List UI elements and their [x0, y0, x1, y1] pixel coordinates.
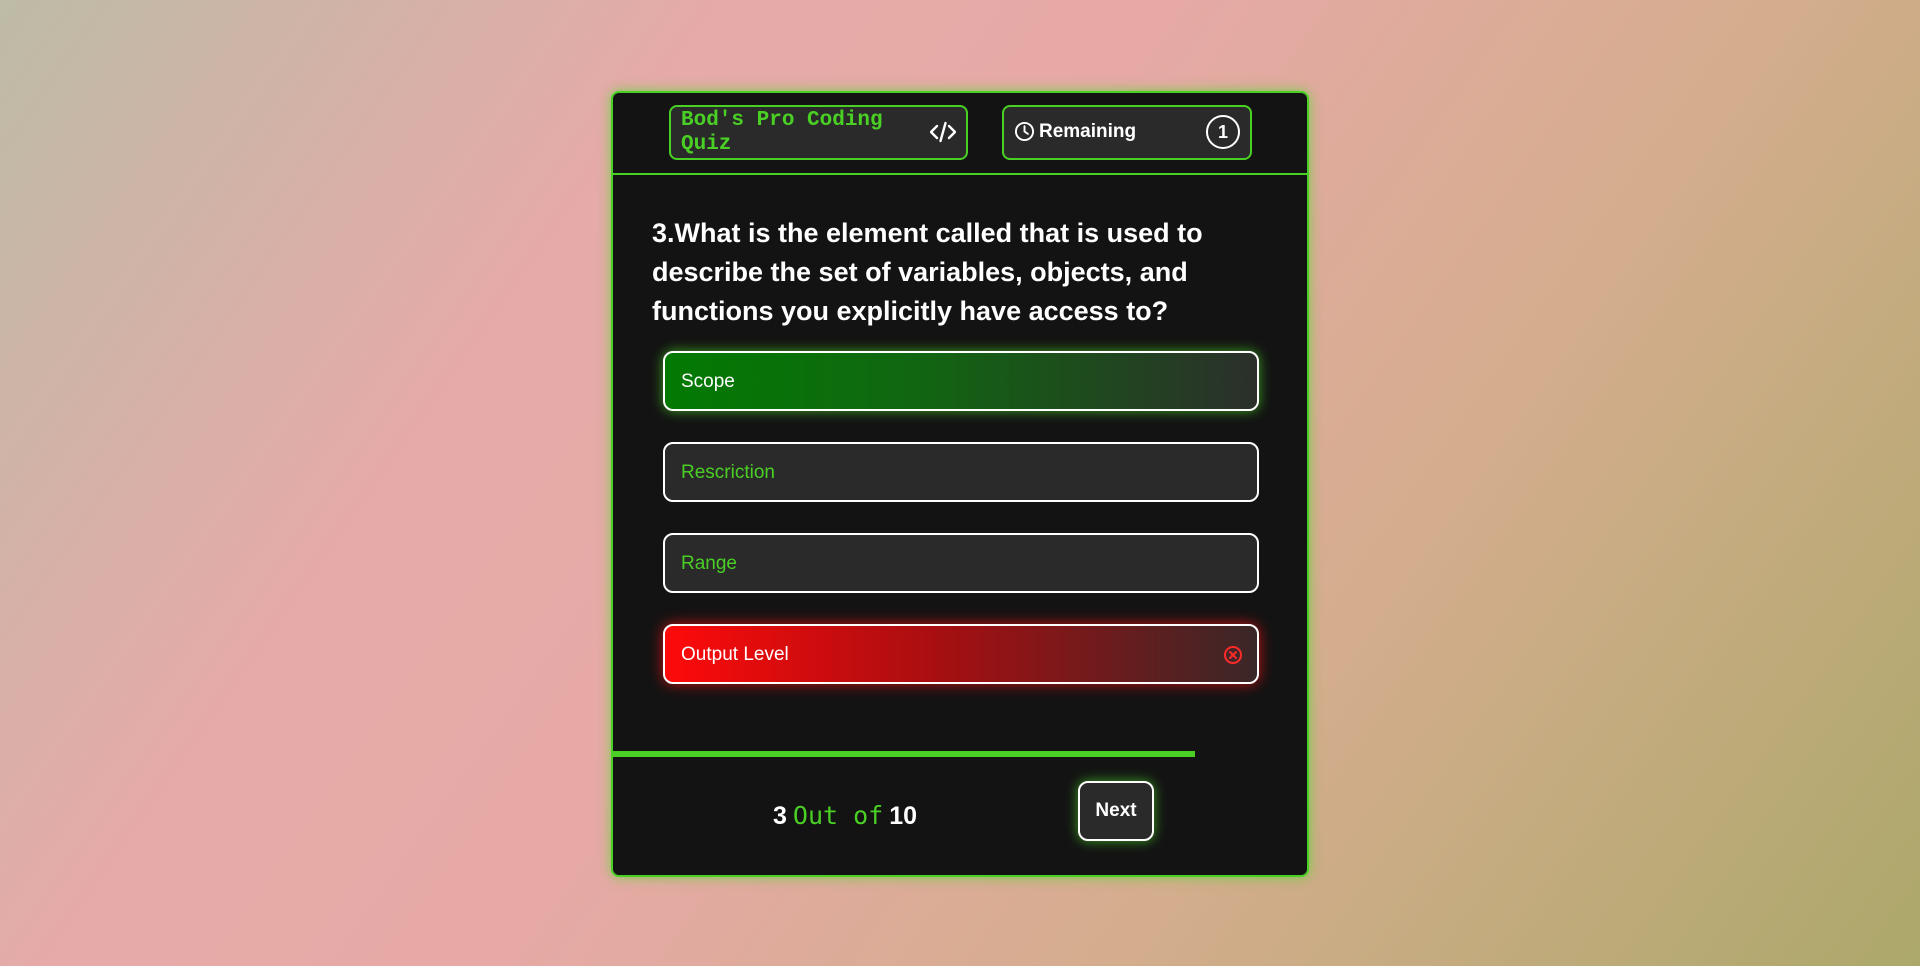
answer-option-4[interactable]: Output Level [663, 624, 1259, 684]
progress-bar [613, 751, 1307, 757]
timer-box: Remaining 1 [1002, 105, 1252, 160]
answer-option-1[interactable]: Scope [663, 351, 1259, 411]
quiz-title: Bod's Pro Coding Quiz [681, 109, 883, 156]
current-question-number: 3 [773, 802, 787, 830]
quiz-title-box: Bod's Pro Coding Quiz [669, 105, 968, 160]
answer-option-label: Scope [681, 371, 735, 392]
answer-option-3[interactable]: Range [663, 533, 1259, 593]
question-counter: 3 Out of 10 [773, 801, 917, 831]
question-text: 3.What is the element called that is use… [652, 218, 1203, 326]
total-questions: 10 [889, 802, 918, 830]
counter-separator: Out of [792, 801, 884, 830]
answer-option-label: Rescriction [681, 462, 775, 483]
quiz-card: Bod's Pro Coding Quiz Remaining 1 3.What… [611, 91, 1309, 877]
next-button[interactable]: Next [1078, 781, 1154, 841]
code-icon [930, 121, 956, 143]
answer-option-label: Range [681, 553, 737, 574]
timer-label: Remaining [1039, 121, 1137, 142]
page-bottom-strip [0, 966, 1920, 972]
timer-count: 1 [1206, 115, 1240, 149]
quiz-header: Bod's Pro Coding Quiz Remaining 1 [613, 93, 1307, 175]
clock-icon [1014, 121, 1035, 142]
x-circle-icon [1224, 646, 1242, 664]
answer-option-label: Output Level [681, 644, 789, 665]
answer-option-2[interactable]: Rescriction [663, 442, 1259, 502]
progress-bar-fill [613, 751, 1195, 757]
